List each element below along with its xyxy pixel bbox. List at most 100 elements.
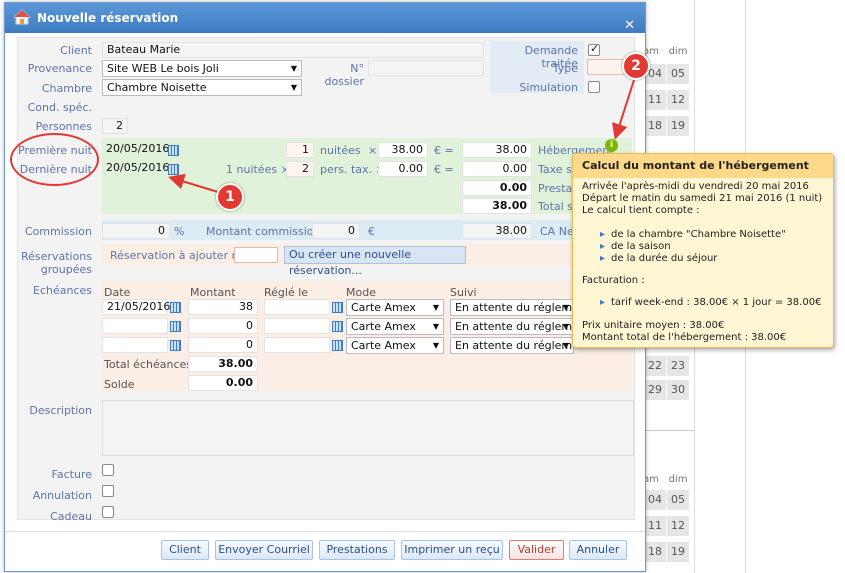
echeance-mode-select[interactable]: Carte Amex ▼ [346,299,444,316]
provenance-value: Site WEB Le bois Joli [107,62,219,75]
no-dossier-field[interactable] [368,60,484,76]
cal-day[interactable]: 19 [667,116,689,136]
montant-commission-field[interactable]: 0 [312,223,360,239]
personnes-field[interactable]: 2 [102,118,128,134]
echeance-regle-field[interactable] [264,318,330,334]
cal-day[interactable]: 11 [644,516,666,536]
facture-label: Facture [51,468,92,481]
chevron-down-icon: ▼ [432,303,439,312]
total-echeances-field: 38.00 [188,356,258,372]
calendar-icon[interactable] [332,340,343,351]
annotation-badge-2: 2 [622,52,650,80]
calendar-icon[interactable] [168,145,179,156]
provenance-label: Provenance [27,62,92,75]
cal-day[interactable]: 29 [644,380,666,400]
solde-label: Solde [104,378,135,391]
cal-day[interactable]: 11 [644,90,666,110]
taxe-prix-field[interactable]: 0.00 [378,161,428,177]
calendar-icon[interactable] [168,164,179,175]
chevron-down-icon: ▼ [432,341,439,350]
cal-day[interactable]: 05 [667,64,689,84]
valider-button[interactable]: Valider [509,540,564,560]
echeance-date-field[interactable] [102,337,168,353]
prix-nuit-field[interactable]: 38.00 [378,142,428,158]
cal-day[interactable]: 12 [667,90,689,110]
simulation-checkbox[interactable] [588,81,600,93]
reservation-ajouter-field[interactable] [234,247,278,263]
echeance-montant-field[interactable]: 38 [188,299,258,315]
description-textarea[interactable] [102,400,634,456]
chevron-down-icon: ▼ [290,64,297,73]
cal-day[interactable]: 04 [644,490,666,510]
annuler-button[interactable]: Annuler [569,540,627,560]
taxe-total-field: 0.00 [462,161,532,177]
prestations-button[interactable]: Prestations [319,540,395,560]
col-date-header: Date [104,286,131,299]
pers-tax-field[interactable]: 2 [286,161,314,177]
calendar-icon[interactable] [170,321,181,332]
chevron-down-icon: ▼ [562,341,569,350]
personnes-label: Personnes [35,120,92,133]
col-suivi-header: Suivi [450,286,477,299]
col-mode-header: Mode [346,286,376,299]
cal-day[interactable]: 30 [667,380,689,400]
dialog-titlebar[interactable]: Nouvelle réservation ✕ [5,3,645,33]
suivi-value: En attente du réglem [455,320,573,333]
echeance-suivi-select[interactable]: En attente du réglem ▼ [450,337,574,354]
simulation-label: Simulation [519,81,578,94]
cal-day[interactable]: 23 [667,356,689,376]
tooltip-prix-moyen: Prix unitaire moyen : 38.00€ [582,320,725,331]
dialog-title: Nouvelle réservation [37,11,179,25]
echeance-date-field[interactable]: 21/05/2016 [102,299,170,315]
reservations-groupees-label: Réservations [21,250,92,263]
col-montant-header: Montant [190,286,236,299]
total-echeances-label: Total échéances [104,358,192,371]
cal-header-dim: dim [668,474,688,485]
premiere-nuit-field[interactable]: 20/05/2016 [102,142,169,158]
calendar-icon[interactable] [332,321,343,332]
chevron-down-icon: ▼ [562,322,569,331]
creer-reservation-button[interactable]: Ou créer une nouvelle réservation... [284,246,466,277]
calendar-icon[interactable] [332,302,343,313]
tooltip-facturation: Facturation : [582,275,645,286]
solde-field: 0.00 [188,375,258,391]
echeance-montant-field[interactable]: 0 [188,337,258,353]
chambre-select[interactable]: Chambre Noisette ▼ [102,79,302,96]
derniere-nuit-field[interactable]: 20/05/2016 [102,161,169,177]
imprimer-recu-button[interactable]: Imprimer un reçu [401,540,503,560]
reservation-form: Client Provenance Chambre Cond. spéc. Pe… [17,37,647,523]
cadeau-checkbox[interactable] [102,506,114,518]
facture-checkbox[interactable] [102,464,114,476]
commission-pct-field[interactable]: 0 [102,223,170,239]
echeance-mode-select[interactable]: Carte Amex ▼ [346,337,444,354]
nuitees-field[interactable]: 1 [286,142,314,158]
envoyer-courriel-button[interactable]: Envoyer Courriel [215,540,313,560]
client-label: Client [60,44,92,57]
echeance-suivi-select[interactable]: En attente du réglem ▼ [450,318,574,335]
calendar-icon[interactable] [170,302,181,313]
chevron-down-icon: ▼ [562,303,569,312]
cal-day[interactable]: 05 [667,490,689,510]
suivi-value: En attente du réglem [455,339,573,352]
echeance-regle-field[interactable] [264,337,330,353]
client-field[interactable]: Bateau Marie [102,42,484,58]
calendar-icon[interactable] [170,340,181,351]
montant-commission-label: Montant commission [206,225,321,238]
cal-day[interactable]: 22 [644,356,666,376]
tooltip-montant-total: Montant total de l'hébergement : 38.00€ [582,332,787,343]
echeance-suivi-select[interactable]: En attente du réglem ▼ [450,299,574,316]
provenance-select[interactable]: Site WEB Le bois Joli ▼ [102,60,302,77]
cal-day[interactable]: 18 [644,116,666,136]
client-button[interactable]: Client [161,540,209,560]
cal-day[interactable]: 12 [667,516,689,536]
times-sign: × [368,144,378,157]
echeance-montant-field[interactable]: 0 [188,318,258,334]
cal-day[interactable]: 19 [667,542,689,562]
annulation-checkbox[interactable] [102,485,114,497]
echeance-regle-field[interactable] [264,299,330,315]
demande-traitee-checkbox[interactable] [588,42,600,56]
cal-day[interactable]: 18 [644,542,666,562]
echeance-date-field[interactable] [102,318,168,334]
echeance-mode-select[interactable]: Carte Amex ▼ [346,318,444,335]
info-icon[interactable]: i [605,139,618,152]
